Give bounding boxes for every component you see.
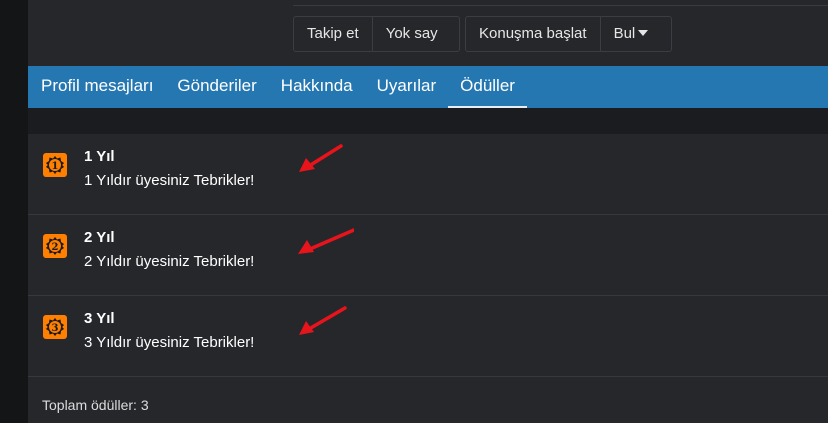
tab-awards[interactable]: Ödüller [448,66,527,108]
find-button-label: Bul [613,25,636,42]
award-row: 3 3 Yıl 3 Yıldır üyesiniz Tebrikler! [28,296,828,377]
badge-number: 3 [52,323,59,334]
award-badge-icon: 1 [43,153,67,177]
award-title: 1 Yıl [84,148,115,165]
tab-posts[interactable]: Gönderiler [165,66,268,108]
award-title: 3 Yıl [84,310,115,327]
left-edge-strip [0,0,28,423]
start-conversation-button[interactable]: Konuşma başlat [466,17,600,51]
award-description: 1 Yıldır üyesiniz Tebrikler! [84,172,255,189]
awards-panel: 1 1 Yıl 1 Yıldır üyesiniz Tebrikler! 2 2… [28,134,828,423]
tab-content-gap [28,108,828,134]
award-badge-icon: 3 [43,315,67,339]
profile-tabs: Profil mesajları Gönderiler Hakkında Uya… [28,66,828,108]
red-arrow-icon [299,144,343,172]
conversation-find-group: Konuşma başlat Bul [465,16,672,52]
badge-number: 1 [52,161,59,172]
award-badge-icon: 2 [43,234,67,258]
award-description: 3 Yıldır üyesiniz Tebrikler! [84,334,255,351]
caret-down-icon [638,30,649,36]
badge-number: 2 [52,242,59,253]
award-title: 2 Yıl [84,229,115,246]
award-row: 1 1 Yıl 1 Yıldır üyesiniz Tebrikler! [28,134,828,215]
red-arrow-icon [299,306,347,335]
follow-button[interactable]: Takip et [294,17,372,51]
tab-profile-posts[interactable]: Profil mesajları [29,66,165,108]
red-arrow-icon [298,228,354,254]
find-button[interactable]: Bul [599,17,662,51]
award-row: 2 2 Yıl 2 Yıldır üyesiniz Tebrikler! [28,215,828,296]
ignore-button[interactable]: Yok say [371,17,451,51]
tab-warnings[interactable]: Uyarılar [365,66,449,108]
awards-total: Toplam ödüller: 3 [42,397,149,413]
follow-ignore-group: Takip et Yok say [293,16,460,52]
award-description: 2 Yıldır üyesiniz Tebrikler! [84,253,255,270]
tab-about[interactable]: Hakkında [269,66,365,108]
header-divider [293,0,828,6]
